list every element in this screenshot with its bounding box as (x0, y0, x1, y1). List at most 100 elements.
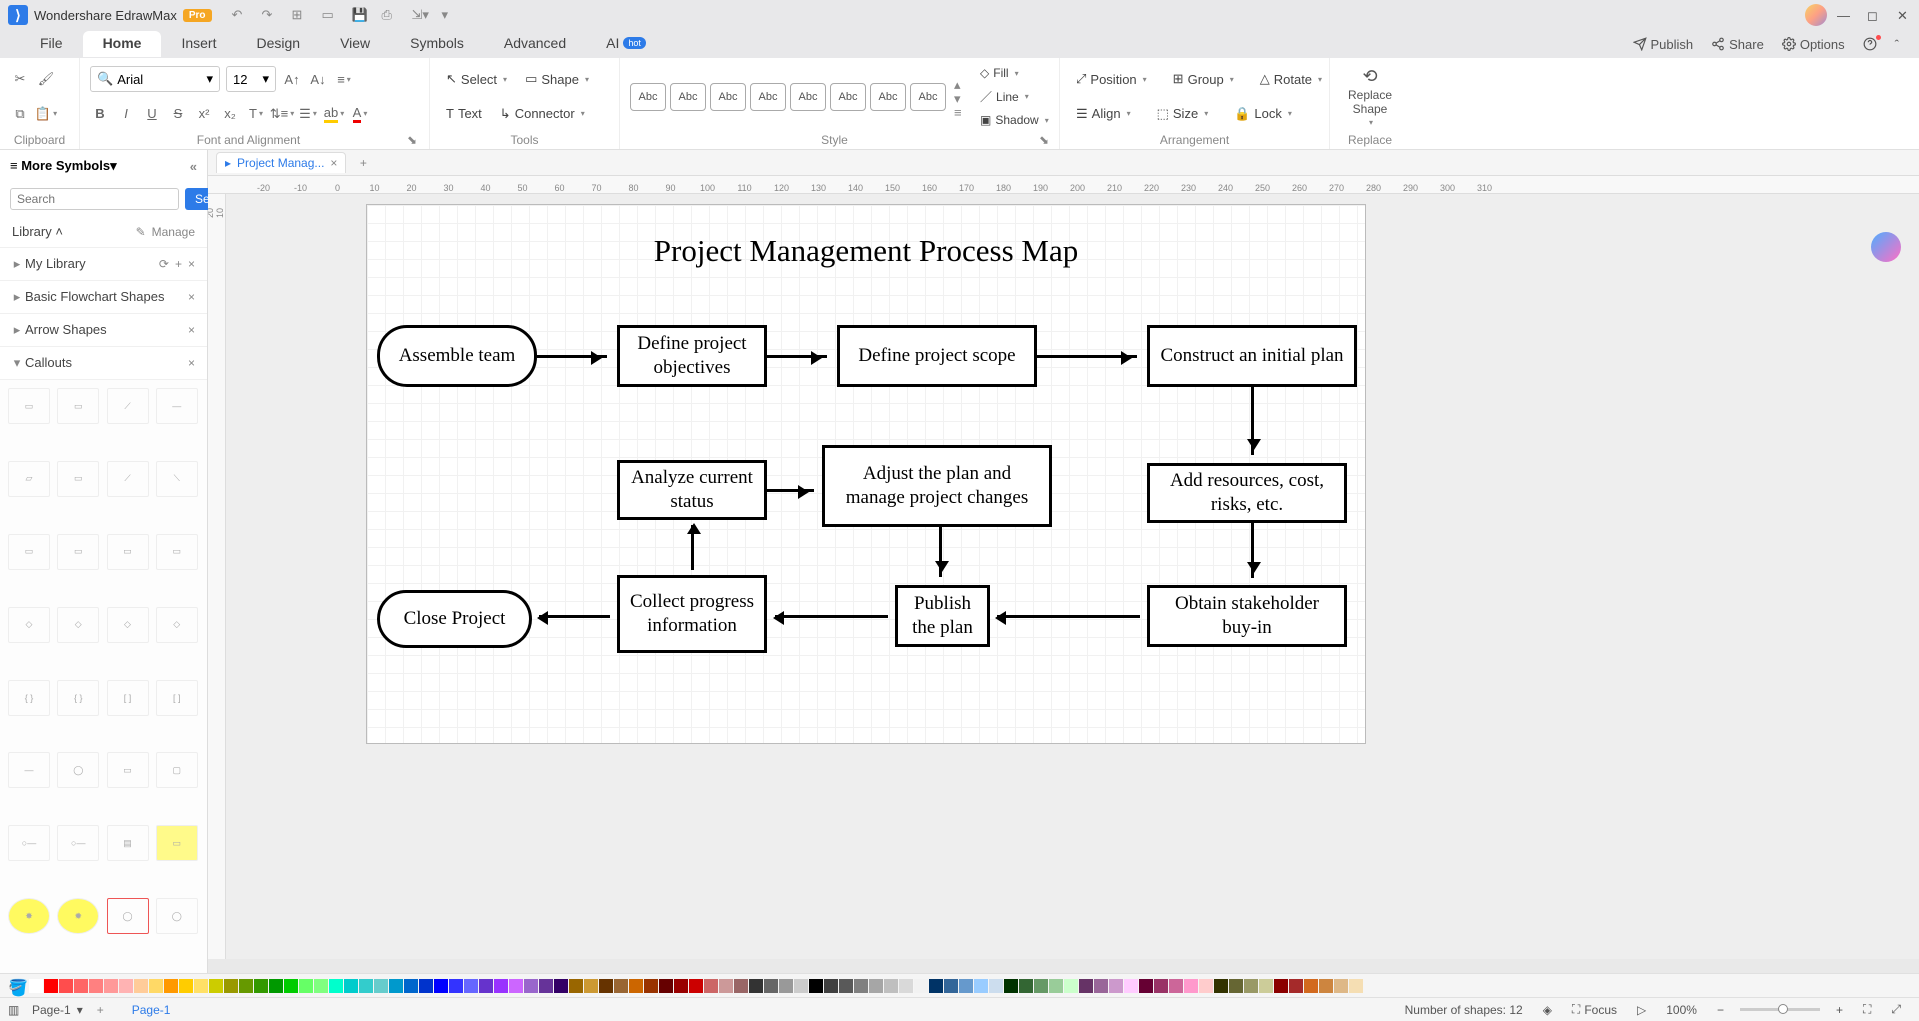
zoom-slider[interactable] (1740, 1008, 1820, 1011)
connector[interactable] (767, 489, 814, 492)
color-swatch[interactable] (329, 979, 343, 993)
color-swatch[interactable] (1169, 979, 1183, 993)
fill-button[interactable]: ◇ Fill (974, 63, 1055, 83)
color-swatch[interactable] (959, 979, 973, 993)
color-swatch[interactable] (614, 979, 628, 993)
color-swatch[interactable] (554, 979, 568, 993)
connector[interactable] (1251, 523, 1254, 578)
style-tile[interactable]: Abc (630, 83, 666, 111)
color-swatch[interactable] (359, 979, 373, 993)
callout-shape[interactable]: — (156, 388, 198, 424)
color-swatch[interactable] (974, 979, 988, 993)
style-down-icon[interactable]: ▾ (954, 91, 966, 103)
callout-shape[interactable]: ▭ (57, 388, 99, 424)
focus-button[interactable]: ⛶ Focus (1572, 1002, 1617, 1017)
connector[interactable] (775, 615, 888, 618)
color-swatch[interactable] (764, 979, 778, 993)
style-tile[interactable]: Abc (710, 83, 746, 111)
callout-shape[interactable]: ▭ (8, 388, 50, 424)
color-swatch[interactable] (1154, 979, 1168, 993)
callout-shape[interactable]: ▭ (57, 461, 99, 497)
callout-shape[interactable]: { } (8, 680, 50, 716)
style-gallery[interactable]: Abc Abc Abc Abc Abc Abc Abc Abc (630, 83, 946, 111)
bullets-icon[interactable]: ☰ (298, 104, 318, 124)
connector[interactable] (539, 615, 610, 618)
node-adjust-plan[interactable]: Adjust the plan and manage project chang… (822, 445, 1052, 527)
close-icon[interactable]: × (188, 356, 195, 370)
library-group-basic-flowchart[interactable]: ▸Basic Flowchart Shapes × (0, 281, 207, 314)
color-swatch[interactable] (704, 979, 718, 993)
style-tile[interactable]: Abc (750, 83, 786, 111)
italic-icon[interactable]: I (116, 104, 136, 124)
help-button[interactable] (1863, 37, 1877, 51)
color-swatch[interactable] (644, 979, 658, 993)
shadow-button[interactable]: ▣ Shadow (974, 110, 1055, 130)
callout-shape[interactable]: ✸ (8, 898, 50, 934)
color-swatch[interactable] (839, 979, 853, 993)
collapse-panel-icon[interactable]: « (190, 159, 197, 174)
redo-icon[interactable]: ↷ (262, 7, 278, 23)
connector[interactable] (997, 615, 1140, 618)
connector[interactable] (537, 355, 607, 358)
page[interactable]: Project Management Process Map Assemble … (366, 204, 1366, 744)
refresh-icon[interactable]: ⟳ (159, 257, 169, 271)
add-icon[interactable]: + (175, 257, 182, 271)
menu-ai[interactable]: AI hot (586, 31, 666, 57)
node-assemble-team[interactable]: Assemble team (377, 325, 537, 387)
color-swatch[interactable] (914, 979, 928, 993)
connector[interactable] (767, 355, 827, 358)
close-icon[interactable]: × (188, 257, 195, 271)
page-selector[interactable]: Page-1 ▾ (32, 1003, 83, 1017)
color-swatch[interactable] (284, 979, 298, 993)
callout-shape[interactable]: ▭ (156, 534, 198, 570)
collapse-ribbon-icon[interactable]: ˆ (1895, 37, 1899, 52)
color-swatch[interactable] (929, 979, 943, 993)
maximize-icon[interactable]: ◻ (1867, 8, 1881, 22)
callout-shape[interactable]: ◇ (107, 607, 149, 643)
open-icon[interactable]: ▭ (322, 7, 338, 23)
shape-tool[interactable]: ▭ Shape (519, 68, 595, 90)
library-group-callouts[interactable]: ▾Callouts × (0, 347, 207, 380)
font-color-icon[interactable]: A (350, 104, 370, 124)
color-swatch[interactable] (164, 979, 178, 993)
color-swatch[interactable] (1049, 979, 1063, 993)
color-swatch[interactable] (1259, 979, 1273, 993)
node-add-resources[interactable]: Add resources, cost, risks, etc. (1147, 463, 1347, 523)
node-define-scope[interactable]: Define project scope (837, 325, 1037, 387)
color-swatch[interactable] (749, 979, 763, 993)
document-tab[interactable]: ▸ Project Manag... × (216, 152, 346, 173)
style-tile[interactable]: Abc (910, 83, 946, 111)
add-tab-icon[interactable]: + (354, 154, 372, 172)
strike-icon[interactable]: S (168, 104, 188, 124)
color-swatch[interactable] (314, 979, 328, 993)
callout-shape[interactable]: ⟍ (156, 461, 198, 497)
superscript-icon[interactable]: x² (194, 104, 214, 124)
color-swatch[interactable] (494, 979, 508, 993)
color-swatch[interactable] (299, 979, 313, 993)
color-swatch[interactable] (509, 979, 523, 993)
color-swatch[interactable] (374, 979, 388, 993)
connector[interactable] (1037, 355, 1137, 358)
select-tool[interactable]: ↖ Select (440, 68, 513, 90)
print-icon[interactable]: ⎙ (382, 7, 398, 23)
callout-shape[interactable]: ▭ (156, 825, 198, 861)
color-swatch[interactable] (1274, 979, 1288, 993)
lock-button[interactable]: 🔒 Lock (1228, 103, 1298, 125)
undo-icon[interactable]: ↶ (232, 7, 248, 23)
line-button[interactable]: ／ Line (974, 85, 1055, 108)
color-swatch[interactable] (104, 979, 118, 993)
canvas[interactable]: Project Management Process Map Assemble … (226, 194, 1919, 959)
position-button[interactable]: ⤢ Position (1070, 68, 1153, 90)
color-swatch[interactable] (404, 979, 418, 993)
play-icon[interactable]: ▷ (1637, 1003, 1646, 1017)
align-button[interactable]: ☰ Align (1070, 103, 1137, 125)
node-obtain-buyin[interactable]: Obtain stakeholder buy-in (1147, 585, 1347, 647)
color-swatch[interactable] (584, 979, 598, 993)
color-swatch[interactable] (989, 979, 1003, 993)
callout-shape[interactable]: ▭ (57, 534, 99, 570)
add-page-icon[interactable]: + (97, 1003, 104, 1017)
callout-shape[interactable]: ○— (57, 825, 99, 861)
ai-assistant-icon[interactable] (1871, 232, 1901, 262)
color-swatch[interactable] (1229, 979, 1243, 993)
color-swatch[interactable] (224, 979, 238, 993)
